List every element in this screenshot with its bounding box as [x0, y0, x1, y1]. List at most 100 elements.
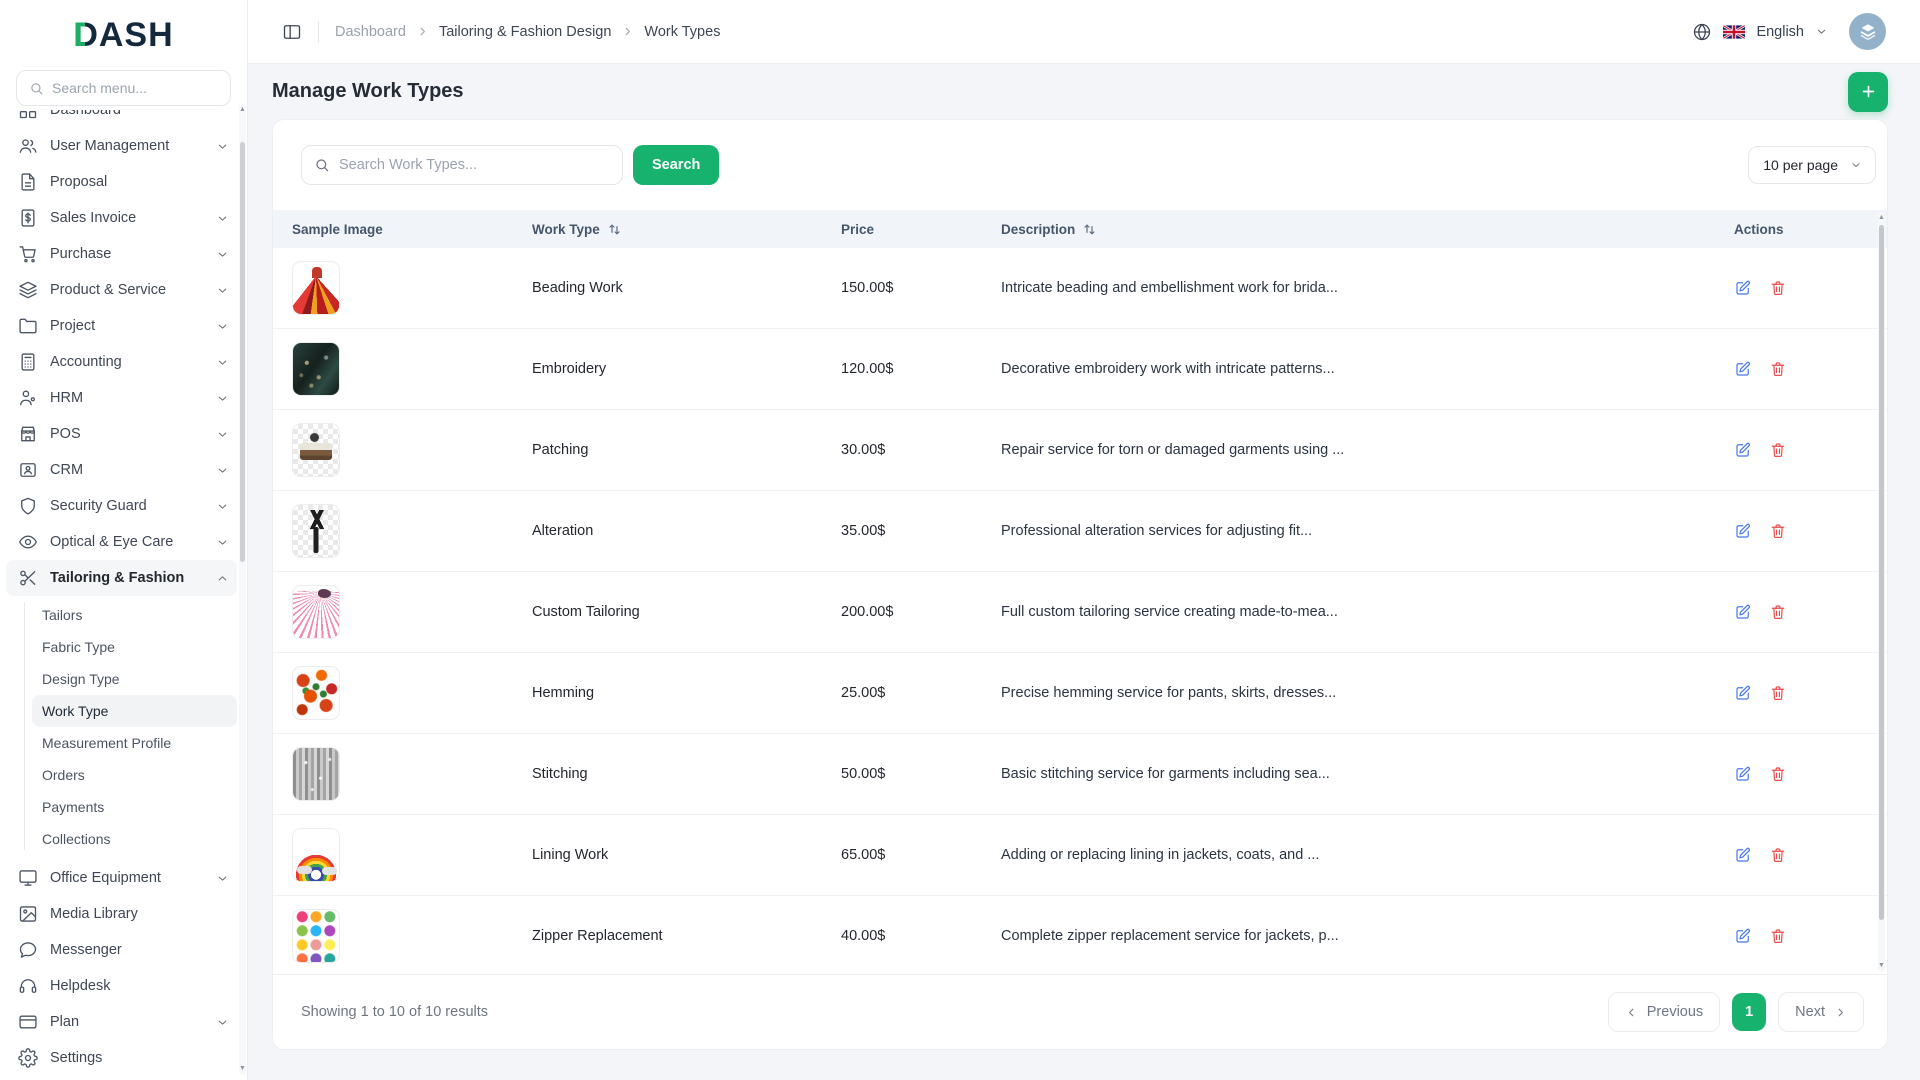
trash-icon[interactable] [1769, 360, 1787, 378]
sidebar-item-label: Media Library [50, 906, 138, 922]
sidebar-item-plan[interactable]: Plan [6, 1004, 237, 1040]
cell-actions [1734, 846, 1887, 864]
sidebar-item-settings[interactable]: Settings [6, 1040, 237, 1076]
sidebar-item-helpdesk[interactable]: Helpdesk [6, 968, 237, 1004]
scrollbar-down-arrow-icon[interactable]: ▼ [1878, 961, 1885, 971]
sidebar-subitem-tailors[interactable]: Tailors [32, 599, 237, 631]
sidebar-subitem-collections[interactable]: Collections [32, 823, 237, 855]
edit-icon[interactable] [1734, 684, 1752, 702]
sidebar-item-pos[interactable]: POS [6, 416, 237, 452]
sample-image-buttons [292, 909, 340, 963]
sidebar-toggle-icon[interactable] [282, 22, 302, 42]
sidebar-item-proposal[interactable]: Proposal [6, 164, 237, 200]
sidebar-item-label: Settings [50, 1050, 102, 1066]
globe-icon[interactable] [1692, 22, 1712, 42]
sidebar-item-tailoring-fashion[interactable]: Tailoring & Fashion [6, 560, 237, 596]
sample-image-rainbow [292, 828, 340, 882]
breadcrumb-item-dashboard[interactable]: Dashboard [335, 24, 406, 40]
edit-icon[interactable] [1734, 360, 1752, 378]
page-title: Manage Work Types [272, 80, 464, 103]
sidebar-item-product-service[interactable]: Product & Service [6, 272, 237, 308]
cell-actions [1734, 765, 1887, 783]
column-header-work-type[interactable]: Work Type [532, 222, 841, 237]
trash-icon[interactable] [1769, 279, 1787, 297]
sidebar-item-hrm[interactable]: HRM [6, 380, 237, 416]
sidebar-subitem-orders[interactable]: Orders [32, 759, 237, 791]
sidebar-item-optical-eye-care[interactable]: Optical & Eye Care [6, 524, 237, 560]
avatar[interactable] [1849, 13, 1886, 50]
edit-icon[interactable] [1734, 927, 1752, 945]
previous-page-button[interactable]: Previous [1608, 992, 1720, 1032]
language-label[interactable]: English [1756, 24, 1804, 40]
results-summary: Showing 1 to 10 of 10 results [301, 1004, 488, 1020]
sidebar-item-purchase[interactable]: Purchase [6, 236, 237, 272]
column-header-description[interactable]: Description [1001, 222, 1734, 237]
edit-icon[interactable] [1734, 846, 1752, 864]
table-body: Beading Work150.00$Intricate beading and… [273, 248, 1887, 976]
sort-icon[interactable] [1082, 222, 1097, 237]
sidebar-scrollbar[interactable]: ▲ ▼ [239, 104, 246, 1075]
sidebar: DDASH DashboardUser ManagementProposalSa… [0, 0, 248, 1080]
sidebar-subitem-measurement-profile[interactable]: Measurement Profile [32, 727, 237, 759]
breadcrumb-item-tailoring-fashion-design[interactable]: Tailoring & Fashion Design [439, 24, 611, 40]
plan-icon [18, 1012, 38, 1032]
dashboard-icon [18, 110, 38, 120]
main-area: Dashboard Tailoring & Fashion Design Work … [248, 0, 1920, 1080]
sidebar-item-user-management[interactable]: User Management [6, 128, 237, 164]
cell-work-type: Custom Tailoring [532, 604, 841, 620]
edit-icon[interactable] [1734, 603, 1752, 621]
topbar: Dashboard Tailoring & Fashion Design Work … [248, 0, 1920, 64]
uk-flag-icon[interactable] [1723, 25, 1745, 39]
next-page-button[interactable]: Next [1778, 992, 1864, 1032]
search-button[interactable]: Search [633, 145, 719, 185]
table-scrollbar[interactable]: ▲ ▼ [1878, 212, 1885, 972]
edit-icon[interactable] [1734, 441, 1752, 459]
sidebar-item-crm[interactable]: CRM [6, 452, 237, 488]
sidebar-item-security-guard[interactable]: Security Guard [6, 488, 237, 524]
breadcrumb-item-work-types: Work Types [644, 24, 720, 40]
trash-icon[interactable] [1769, 441, 1787, 459]
sidebar-subitem-fabric-type[interactable]: Fabric Type [32, 631, 237, 663]
trash-icon[interactable] [1769, 765, 1787, 783]
chevron-down-icon[interactable] [1815, 25, 1828, 38]
edit-icon[interactable] [1734, 522, 1752, 540]
trash-icon[interactable] [1769, 846, 1787, 864]
sidebar-item-office-equipment[interactable]: Office Equipment [6, 860, 237, 896]
table-row-lining-work: Lining Work65.00$Adding or replacing lin… [273, 815, 1887, 896]
sidebar-search-input[interactable] [52, 80, 218, 96]
scrollbar-thumb[interactable] [240, 142, 245, 562]
page-1-button[interactable]: 1 [1732, 993, 1766, 1031]
next-label: Next [1795, 1004, 1825, 1020]
scrollbar-up-arrow-icon[interactable]: ▲ [239, 105, 246, 115]
scrollbar-up-arrow-icon[interactable]: ▲ [1878, 213, 1885, 223]
sidebar-item-project[interactable]: Project [6, 308, 237, 344]
scrollbar-thumb[interactable] [1879, 225, 1884, 920]
add-work-type-button[interactable] [1848, 72, 1888, 112]
scrollbar-down-arrow-icon[interactable]: ▼ [239, 1064, 246, 1074]
trash-icon[interactable] [1769, 927, 1787, 945]
sidebar-subitem-work-type[interactable]: Work Type [32, 695, 237, 727]
sales-invoice-icon [18, 208, 38, 228]
table-row-zipper-replacement: Zipper Replacement40.00$Complete zipper … [273, 896, 1887, 976]
per-page-select[interactable]: 10 per page [1748, 146, 1876, 184]
edit-icon[interactable] [1734, 765, 1752, 783]
trash-icon[interactable] [1769, 603, 1787, 621]
cell-sample-image [292, 666, 532, 720]
sidebar-subitem-payments[interactable]: Payments [32, 791, 237, 823]
sidebar-subitem-design-type[interactable]: Design Type [32, 663, 237, 695]
cell-description: Precise hemming service for pants, skirt… [1001, 685, 1734, 701]
trash-icon[interactable] [1769, 522, 1787, 540]
cell-sample-image [292, 828, 532, 882]
chevron-down-icon [216, 500, 229, 513]
sort-icon[interactable] [607, 222, 622, 237]
trash-icon[interactable] [1769, 684, 1787, 702]
sidebar-item-sales-invoice[interactable]: Sales Invoice [6, 200, 237, 236]
sidebar-item-media-library[interactable]: Media Library [6, 896, 237, 932]
sidebar-item-dashboard[interactable]: Dashboard [6, 110, 237, 128]
sidebar-item-messenger[interactable]: Messenger [6, 932, 237, 968]
edit-icon[interactable] [1734, 279, 1752, 297]
work-type-search-input[interactable] [339, 157, 610, 173]
column-header-sample-image: Sample Image [292, 222, 532, 237]
sidebar-item-accounting[interactable]: Accounting [6, 344, 237, 380]
pagination: Previous 1 Next [1608, 992, 1864, 1032]
